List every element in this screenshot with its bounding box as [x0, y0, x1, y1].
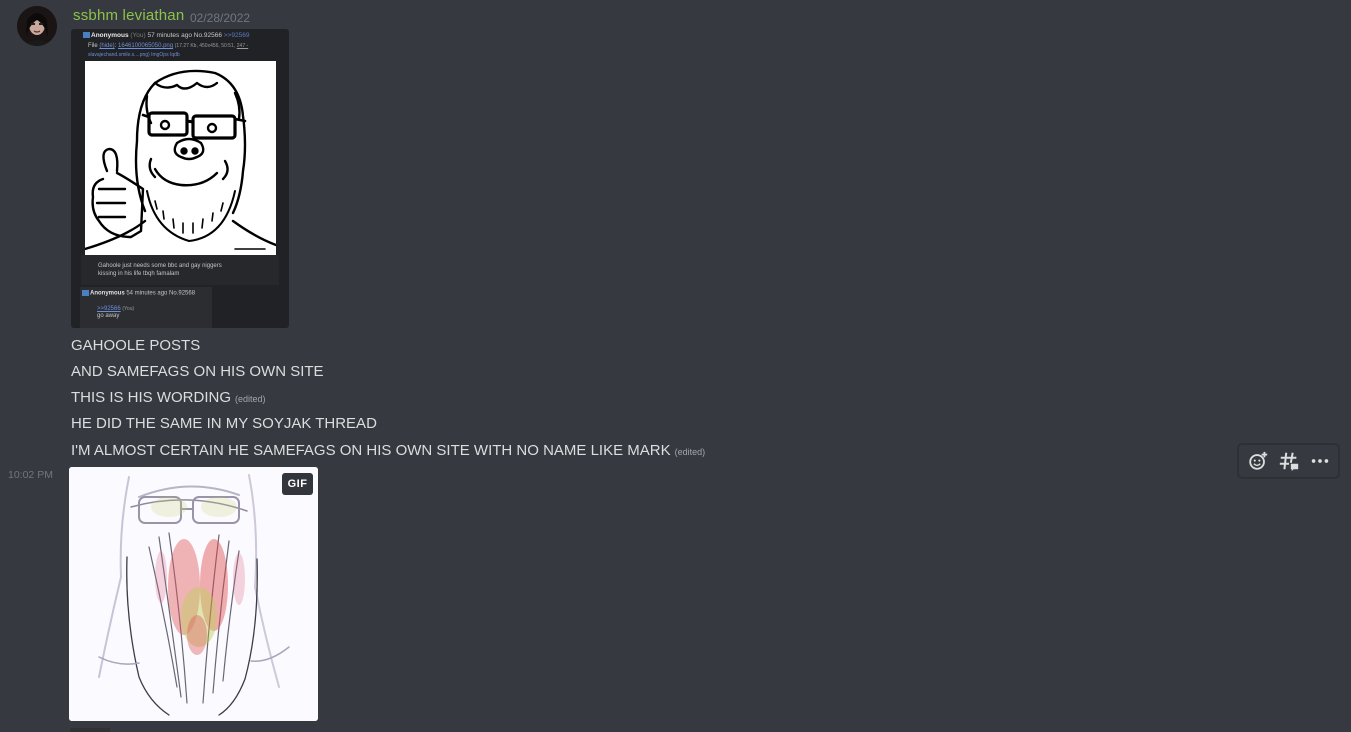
post-header: Anonymous (You) 57 minutes ago No.92566 … [83, 32, 249, 39]
next-attachment-edge [70, 728, 110, 732]
hover-timestamp[interactable]: 10:02 PM [8, 469, 53, 481]
post-caption-line: Gahoole just needs some bbc and gay nigg… [98, 263, 222, 269]
create-thread-icon [1279, 452, 1298, 472]
username[interactable]: ssbhm leviathan [73, 7, 184, 24]
post-file-links: slavajechand.smile.s....png) ImgOps Iqdb [88, 52, 180, 58]
edited-label: (edited) [674, 447, 706, 457]
post-file-info: File (hide): 1646100065050.png (17.27 Kb… [88, 43, 249, 49]
more-options-button[interactable] [1306, 447, 1334, 475]
image-attachment[interactable]: Anonymous (You) 57 minutes ago No.92566 … [71, 29, 289, 328]
message-line: I'M ALMOST CERTAIN HE SAMEFAGS ON HIS OW… [71, 442, 706, 459]
create-thread-button[interactable] [1275, 447, 1303, 475]
flag-icon [83, 32, 90, 39]
gif-artwork [69, 467, 318, 721]
more-icon [1311, 459, 1328, 463]
reply-quote-link: >>92566 [97, 306, 121, 312]
post-caption-box: Gahoole just needs some bbc and gay nigg… [81, 255, 279, 285]
message-line: THIS IS HIS WORDING (edited) [71, 389, 266, 406]
flag-icon [82, 290, 89, 296]
wojak-drawing [85, 61, 276, 255]
message-group: ssbhm leviathan 02/28/2022 Anonymous (Yo… [0, 0, 1351, 732]
message-line: GAHOOLE POSTS [71, 337, 201, 354]
message-timestamp[interactable]: 02/28/2022 [190, 11, 250, 25]
gif-attachment[interactable]: GIF [69, 467, 318, 721]
reply-post: Anonymous 54 minutes ago No.92568 >>9256… [80, 287, 212, 328]
user-avatar[interactable] [17, 6, 57, 46]
add-reaction-button[interactable] [1244, 447, 1272, 475]
post-caption-line: kissing in his life tbqh famalam [98, 271, 180, 277]
add-reaction-icon [1248, 451, 1267, 470]
reply-text: go away [97, 313, 120, 319]
message-line: HE DID THE SAME IN MY SOYJAK THREAD [71, 415, 377, 432]
message-hover-toolbar [1238, 444, 1339, 478]
edited-label: (edited) [235, 394, 266, 404]
message-line: AND SAMEFAGS ON HIS OWN SITE [71, 363, 324, 380]
gif-badge: GIF [282, 473, 313, 495]
